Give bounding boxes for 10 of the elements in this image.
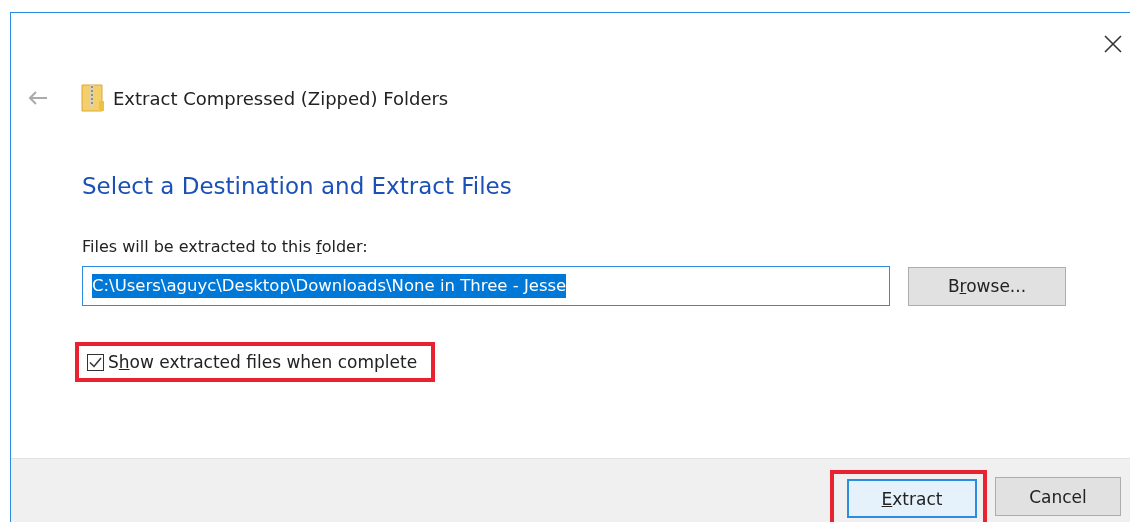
destination-label: Files will be extracted to this folder: [82,237,369,257]
checkbox-label: Show extracted files when complete [108,352,418,372]
cancel-button[interactable]: Cancel [995,477,1121,516]
browse-button[interactable]: Browse... [908,266,1066,306]
destination-field[interactable]: C:\Users\aguyc\Desktop\Downloads\None in Three - Jesse [82,266,890,306]
dialog-heading: Select a Destination and Extract Files [82,172,513,201]
zipped-folder-icon [81,83,105,113]
extract-button[interactable]: Extract [847,479,977,518]
window-title: Extract Compressed (Zipped) Folders [113,87,449,109]
checkbox[interactable] [87,353,104,371]
